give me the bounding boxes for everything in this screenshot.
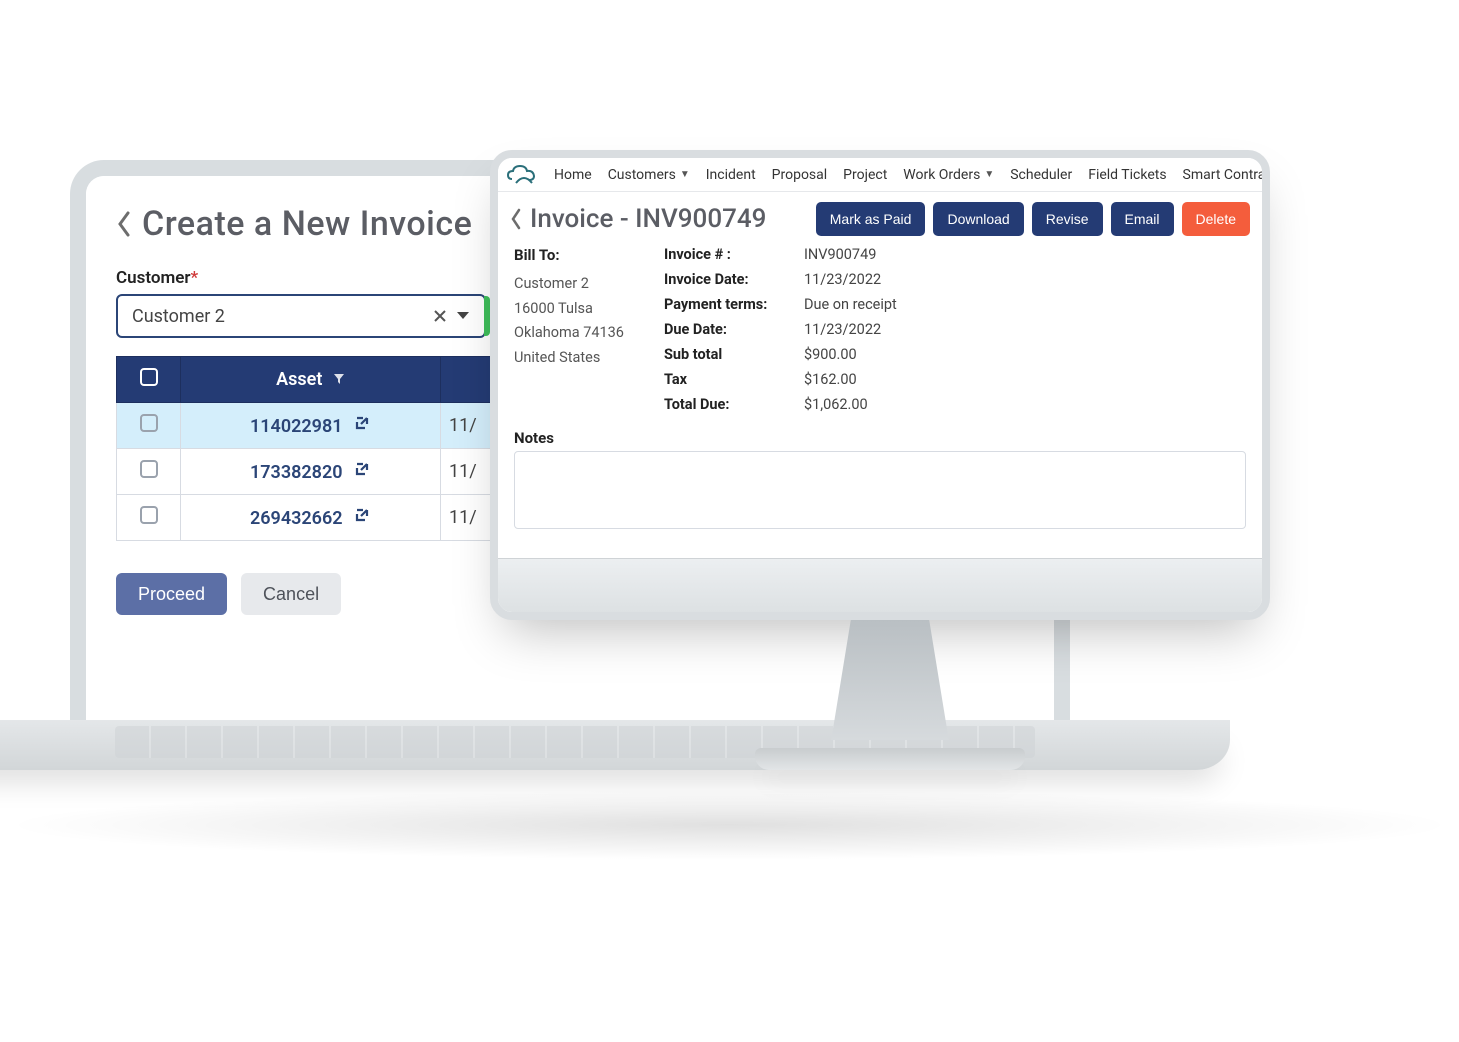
delete-button[interactable]: Delete	[1182, 202, 1250, 236]
revise-button[interactable]: Revise	[1032, 202, 1103, 236]
meta-total-label: Total Due:	[664, 396, 804, 413]
asset-id: 269432662	[250, 508, 343, 529]
asset-table: Asset 114022981	[116, 356, 511, 541]
customer-select-value: Customer 2	[132, 306, 225, 327]
bill-to-line2: Oklahoma 74136	[514, 321, 624, 346]
header-asset-label: Asset	[276, 369, 322, 390]
filter-icon[interactable]	[333, 373, 345, 385]
nav-smart-contracts-label: Smart Contracts	[1183, 167, 1262, 183]
download-button[interactable]: Download	[933, 202, 1023, 236]
asset-cell[interactable]: 114022981	[181, 403, 441, 449]
customer-label-text: Customer	[116, 268, 191, 288]
meta-due-value: 11/23/2022	[804, 321, 944, 338]
bill-to-block: Bill To: Customer 2 16000 Tulsa Oklahoma…	[514, 246, 624, 413]
meta-due-label: Due Date:	[664, 321, 804, 338]
invoice-header: Invoice - INV900749 Mark as Paid Downloa…	[498, 192, 1262, 242]
nav-customers-label: Customers	[608, 167, 676, 183]
meta-invoice-no-value: INV900749	[804, 246, 944, 263]
meta-terms-value: Due on receipt	[804, 296, 944, 313]
nav-project[interactable]: Project	[843, 167, 887, 183]
asset-cell[interactable]: 269432662	[181, 495, 441, 541]
nav-smart-contracts[interactable]: Smart Contracts ▼	[1183, 167, 1262, 183]
table-row[interactable]: 114022981 11/	[117, 403, 511, 449]
meta-invoice-date-value: 11/23/2022	[804, 271, 944, 288]
back-chevron-icon[interactable]	[116, 211, 132, 237]
header-asset[interactable]: Asset	[181, 357, 441, 403]
notes-textarea[interactable]	[514, 451, 1246, 529]
invoice-actions: Mark as Paid Download Revise Email Delet…	[816, 202, 1250, 236]
meta-invoice-date-label: Invoice Date:	[664, 271, 804, 288]
app-logo-icon[interactable]	[506, 163, 538, 187]
invoice-title: Invoice - INV900749	[530, 204, 766, 234]
floor-shadow	[0, 790, 1459, 860]
desktop-device: Home Customers ▼ Incident Proposal Proje…	[490, 150, 1290, 770]
open-icon[interactable]	[353, 460, 371, 478]
header-checkbox-cell	[117, 357, 181, 403]
bill-to-line3: United States	[514, 346, 624, 371]
asset-cell[interactable]: 173382820	[181, 449, 441, 495]
asset-id: 114022981	[250, 416, 343, 437]
back-chevron-icon[interactable]	[510, 208, 522, 230]
caret-down-icon: ▼	[984, 169, 994, 180]
asset-id: 173382820	[250, 462, 343, 483]
nav-proposal[interactable]: Proposal	[772, 167, 828, 183]
invoice-detail-screen: Home Customers ▼ Incident Proposal Proje…	[498, 158, 1262, 558]
dropdown-caret-icon[interactable]	[456, 311, 470, 321]
table-row[interactable]: 173382820 11/	[117, 449, 511, 495]
clear-icon[interactable]	[434, 310, 446, 322]
caret-down-icon: ▼	[680, 169, 690, 180]
proceed-button[interactable]: Proceed	[116, 573, 227, 615]
email-button[interactable]: Email	[1111, 202, 1174, 236]
meta-subtotal-label: Sub total	[664, 346, 804, 363]
open-icon[interactable]	[353, 414, 371, 432]
meta-invoice-no-label: Invoice # :	[664, 246, 804, 263]
bill-to-heading: Bill To:	[514, 246, 624, 264]
desktop-stand	[800, 620, 980, 770]
customer-select-controls	[434, 310, 470, 322]
mark-as-paid-button[interactable]: Mark as Paid	[816, 202, 926, 236]
row-checkbox[interactable]	[140, 460, 158, 478]
notes-label: Notes	[498, 423, 1262, 451]
nav-field-tickets[interactable]: Field Tickets	[1088, 167, 1166, 183]
cancel-button[interactable]: Cancel	[241, 573, 341, 615]
meta-tax-value: $162.00	[804, 371, 944, 388]
invoice-meta: Invoice # : INV900749 Invoice Date: 11/2…	[664, 246, 944, 413]
meta-terms-label: Payment terms:	[664, 296, 804, 313]
nav-home[interactable]: Home	[554, 167, 592, 183]
bill-to-name: Customer 2	[514, 272, 624, 297]
nav-incident[interactable]: Incident	[706, 167, 756, 183]
nav-work-orders-label: Work Orders	[903, 167, 980, 183]
table-row[interactable]: 269432662 11/	[117, 495, 511, 541]
nav-scheduler[interactable]: Scheduler	[1010, 167, 1072, 183]
desktop-chin	[498, 558, 1262, 612]
customer-select[interactable]: Customer 2	[116, 294, 486, 338]
top-nav: Home Customers ▼ Incident Proposal Proje…	[498, 158, 1262, 192]
nav-work-orders[interactable]: Work Orders ▼	[903, 167, 994, 183]
page-title: Create a New Invoice	[142, 204, 472, 244]
stand-foot	[755, 748, 1025, 770]
row-checkbox[interactable]	[140, 506, 158, 524]
required-asterisk: *	[191, 268, 199, 288]
header-checkbox[interactable]	[140, 368, 158, 386]
invoice-title-row: Invoice - INV900749	[510, 204, 766, 234]
row-checkbox[interactable]	[140, 414, 158, 432]
meta-subtotal-value: $900.00	[804, 346, 944, 363]
open-icon[interactable]	[353, 506, 371, 524]
stand-neck	[820, 620, 960, 740]
desktop-screen-bezel: Home Customers ▼ Incident Proposal Proje…	[490, 150, 1270, 620]
bill-to-line1: 16000 Tulsa	[514, 297, 624, 322]
meta-tax-label: Tax	[664, 371, 804, 388]
meta-total-value: $1,062.00	[804, 396, 944, 413]
invoice-body: Bill To: Customer 2 16000 Tulsa Oklahoma…	[498, 242, 1262, 423]
nav-customers[interactable]: Customers ▼	[608, 167, 690, 183]
